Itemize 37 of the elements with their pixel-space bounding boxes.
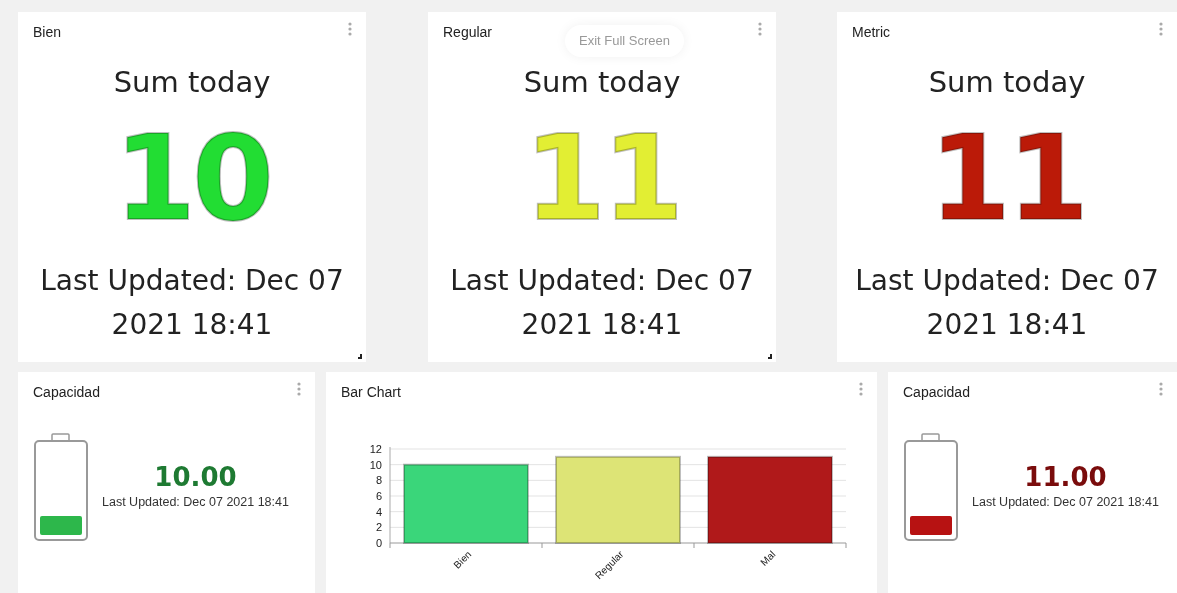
metric-title: Sum today [112,64,272,101]
axis-tick-label: 8 [375,474,382,487]
tooltip: Exit Full Screen [565,25,685,57]
metric-title: Sum today [927,64,1087,101]
metric-value: 10 [112,118,272,237]
axis-tick-label: 2 [375,521,382,534]
last-updated-text: Last Updated: Dec 07 2021 18:41 [854,262,1160,343]
axis-tick-label: 4 [375,505,382,518]
card-header: Regular [443,23,493,42]
category-label: Mal [758,548,778,568]
card-header: Bar Chart [341,383,401,402]
card-header: Capacidad [903,383,970,402]
metric-title: Sum today [522,64,682,101]
card-header: Metric [852,23,891,42]
last-updated-text: Last Updated: Dec 07 2021 18:41 [972,494,1159,512]
more-menu-icon[interactable] [859,382,863,396]
more-menu-icon[interactable] [758,22,762,36]
more-menu-icon[interactable] [348,22,352,36]
more-menu-icon[interactable] [1159,22,1163,36]
resize-handle-icon[interactable] [358,354,363,359]
axis-tick-label: 10 [369,458,382,471]
axis-tick-label: 6 [375,490,382,502]
capacity-value: 10.00 [153,462,238,494]
last-updated-text: Last Updated: Dec 07 2021 18:41 [102,494,289,512]
more-menu-icon[interactable] [1159,382,1163,396]
category-label: Bien [451,548,474,571]
card-header: Capacidad [33,383,100,402]
capacity-value: 11.00 [1023,462,1108,494]
metric-value: 11 [927,118,1087,237]
axis-tick-label: 12 [369,443,382,455]
card-header: Bien [33,23,62,42]
axis-tick-label: 0 [375,537,382,549]
last-updated-text: Last Updated: Dec 07 2021 18:41 [39,262,345,343]
last-updated-text: Last Updated: Dec 07 2021 18:41 [449,262,755,343]
more-menu-icon[interactable] [297,382,301,396]
resize-handle-icon[interactable] [768,354,773,359]
metric-value: 11 [522,118,682,237]
